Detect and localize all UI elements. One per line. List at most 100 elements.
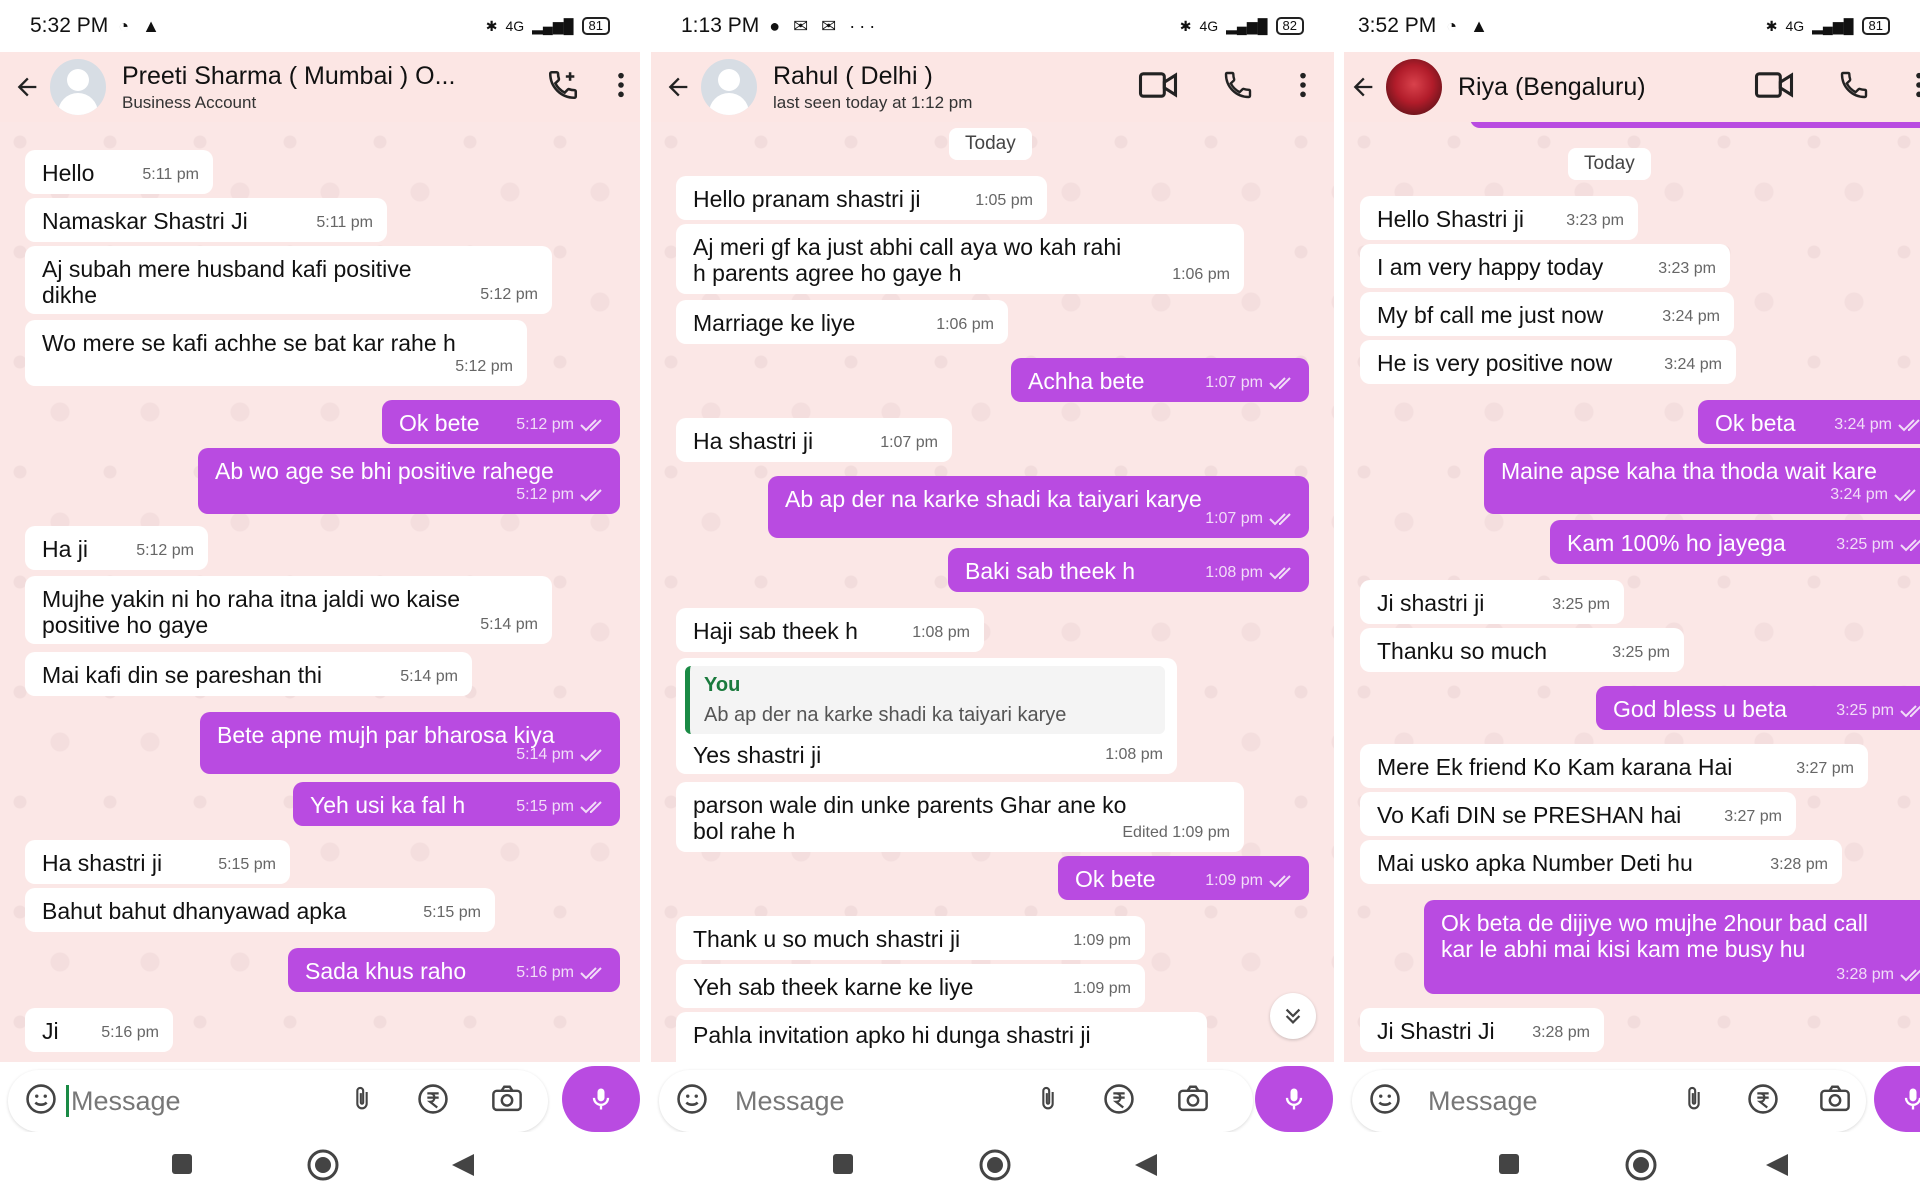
contact-info[interactable]: Riya (Bengaluru)	[1458, 73, 1646, 102]
camera-icon[interactable]	[1818, 1084, 1852, 1119]
nav-home-button[interactable]	[978, 1148, 1012, 1187]
message-bubble[interactable]: Achha bete 1:07 pm	[1011, 358, 1309, 402]
avatar[interactable]	[50, 59, 106, 115]
message-bubble[interactable]: God bless u beta 3:25 pm	[1596, 686, 1920, 730]
nav-home-button[interactable]	[306, 1148, 340, 1187]
message-bubble[interactable]: Yeh sab theek karne ke liye 1:09 pm	[676, 964, 1145, 1008]
message-text: Yes shastri ji	[693, 742, 822, 768]
sticker-icon[interactable]	[24, 1082, 58, 1121]
message-bubble[interactable]: Mere Ek friend Ko Kam karana Hai 3:27 pm	[1360, 744, 1868, 788]
attach-icon[interactable]	[1680, 1083, 1708, 1120]
message-bubble[interactable]: Maine apse kaha tha thoda wait kare 3:24 …	[1484, 448, 1920, 514]
avatar[interactable]	[1386, 59, 1442, 115]
microphone-button[interactable]	[1255, 1066, 1333, 1132]
message-bubble[interactable]: Mujhe yakin ni ho raha itna jaldi wo kai…	[25, 576, 552, 644]
message-bubble[interactable]: Ji shastri ji 3:25 pm	[1360, 580, 1624, 624]
message-bubble[interactable]: Namaskar Shastri Ji 5:11 pm	[25, 198, 387, 242]
sticker-icon[interactable]	[1368, 1082, 1402, 1121]
back-arrow-icon[interactable]	[661, 70, 695, 104]
message-bubble[interactable]: Thanku so much 3:25 pm	[1360, 628, 1684, 672]
camera-icon[interactable]	[1176, 1084, 1210, 1119]
voice-call-icon[interactable]	[1222, 69, 1254, 106]
message-bubble[interactable]: Thank u so much shastri ji 1:09 pm	[676, 916, 1145, 960]
message-bubble-partial[interactable]	[1470, 122, 1920, 128]
message-bubble[interactable]: Ok beta de dijiye wo mujhe 2hour bad cal…	[1424, 900, 1920, 994]
message-bubble[interactable]: He is very positive now 3:24 pm	[1360, 340, 1736, 384]
message-bubble[interactable]: Hello pranam shastri ji 1:05 pm	[676, 176, 1047, 220]
back-arrow-icon[interactable]	[1346, 70, 1380, 104]
nav-recents-button[interactable]	[831, 1152, 855, 1181]
message-bubble[interactable]: Ha ji 5:12 pm	[25, 526, 208, 570]
message-bubble[interactable]: Ji Shastri Ji 3:28 pm	[1360, 1008, 1604, 1052]
rupee-payment-icon[interactable]	[416, 1082, 450, 1121]
message-bubble[interactable]: Bete apne mujh par bharosa kiya 5:14 pm	[200, 712, 620, 774]
message-input[interactable]: Message	[659, 1070, 1253, 1132]
voice-call-icon[interactable]	[1838, 69, 1870, 106]
network-label: 4G	[1199, 18, 1219, 34]
message-bubble[interactable]: Hello 5:11 pm	[25, 150, 213, 194]
nav-back-button[interactable]	[1133, 1152, 1159, 1183]
message-bubble[interactable]: parson wale din unke parents Ghar ane ko…	[676, 782, 1244, 852]
message-bubble[interactable]: Mai kafi din se pareshan thi 5:14 pm	[25, 652, 472, 696]
microphone-button[interactable]	[1874, 1066, 1920, 1132]
message-bubble[interactable]: Haji sab theek h 1:08 pm	[676, 608, 984, 652]
video-call-icon[interactable]	[1138, 71, 1178, 104]
more-options-icon[interactable]	[1298, 71, 1308, 104]
video-call-icon[interactable]	[1754, 71, 1794, 104]
message-input[interactable]: Message	[8, 1070, 548, 1132]
message-bubble[interactable]: Aj meri gf ka just abhi call aya wo kah …	[676, 224, 1244, 294]
time-text: 1:09 pm	[1205, 872, 1263, 889]
nav-home-button[interactable]	[1624, 1148, 1658, 1187]
message-bubble[interactable]: I am very happy today 3:23 pm	[1360, 244, 1730, 288]
message-bubble[interactable]: Ha shastri ji 1:07 pm	[676, 418, 952, 462]
avatar[interactable]	[701, 59, 757, 115]
attach-icon[interactable]	[348, 1083, 376, 1120]
back-arrow-icon[interactable]	[10, 70, 44, 104]
rupee-payment-icon[interactable]	[1102, 1082, 1136, 1121]
more-options-icon[interactable]	[616, 71, 626, 104]
nav-recents-button[interactable]	[170, 1152, 194, 1181]
attach-icon[interactable]	[1034, 1083, 1062, 1120]
camera-icon[interactable]	[490, 1084, 524, 1119]
nav-recents-button[interactable]	[1497, 1152, 1521, 1181]
message-text: Mai kafi din se pareshan thi	[42, 662, 322, 688]
message-bubble[interactable]: You Ab ap der na karke shadi ka taiyari …	[676, 658, 1177, 774]
double-check-icon	[1900, 705, 1920, 718]
message-bubble[interactable]: Wo mere se kafi achhe se bat kar rahe h 5…	[25, 320, 527, 386]
message-list[interactable]: Today Hello Shastri ji 3:23 pm I am very …	[1344, 122, 1920, 1062]
message-text: Ji	[42, 1018, 59, 1044]
more-options-icon[interactable]	[1914, 71, 1920, 104]
message-bubble[interactable]: Ok bete 1:09 pm	[1058, 856, 1309, 900]
message-bubble[interactable]: Kam 100% ho jayega 3:25 pm	[1550, 520, 1920, 564]
message-bubble[interactable]: Marriage ke liye 1:06 pm	[676, 300, 1008, 344]
microphone-button[interactable]	[562, 1066, 640, 1132]
message-bubble[interactable]: Ab wo age se bhi positive rahege 5:12 pm	[198, 448, 620, 514]
message-bubble[interactable]: Pahla invitation apko hi dunga shastri j…	[676, 1012, 1207, 1062]
message-bubble[interactable]: Ji 5:16 pm	[25, 1008, 173, 1052]
message-bubble[interactable]: Vo Kafi DIN se PRESHAN hai 3:27 pm	[1360, 792, 1796, 836]
quoted-message[interactable]: You Ab ap der na karke shadi ka taiyari …	[685, 666, 1165, 734]
message-bubble[interactable]: Hello Shastri ji 3:23 pm	[1360, 196, 1638, 240]
message-bubble[interactable]: Sada khus raho 5:16 pm	[288, 948, 620, 992]
sticker-icon[interactable]	[675, 1082, 709, 1121]
scroll-to-bottom-button[interactable]	[1270, 993, 1316, 1039]
rupee-payment-icon[interactable]	[1746, 1082, 1780, 1121]
message-bubble[interactable]: Ha shastri ji 5:15 pm	[25, 840, 290, 884]
message-bubble[interactable]: Bahut bahut dhanyawad apka 5:15 pm	[25, 888, 495, 932]
message-input[interactable]: Message	[1352, 1070, 1866, 1132]
nav-back-button[interactable]	[1764, 1152, 1790, 1183]
message-bubble[interactable]: Ab ap der na karke shadi ka taiyari kary…	[768, 476, 1309, 538]
add-call-icon[interactable]	[546, 68, 580, 107]
message-bubble[interactable]: Aj subah mere husband kafi positive dikhe…	[25, 246, 552, 314]
message-bubble[interactable]: Ok beta 3:24 pm	[1698, 400, 1920, 444]
message-bubble[interactable]: Mai usko apka Number Deti hu 3:28 pm	[1360, 840, 1842, 884]
message-bubble[interactable]: Baki sab theek h 1:08 pm	[948, 548, 1309, 592]
message-bubble[interactable]: Ok bete 5:12 pm	[382, 400, 620, 444]
contact-info[interactable]: Rahul ( Delhi ) last seen today at 1:12 …	[773, 62, 972, 113]
contact-info[interactable]: Preeti Sharma ( Mumbai ) O... Business A…	[122, 62, 455, 113]
nav-back-button[interactable]	[450, 1152, 476, 1183]
message-bubble[interactable]: Yeh usi ka fal h 5:15 pm	[293, 782, 620, 826]
message-list[interactable]: Hello 5:11 pm Namaskar Shastri Ji 5:11 pm …	[0, 122, 640, 1062]
message-bubble[interactable]: My bf call me just now 3:24 pm	[1360, 292, 1734, 336]
message-list[interactable]: Today Hello pranam shastri ji 1:05 pm Aj …	[651, 122, 1334, 1062]
